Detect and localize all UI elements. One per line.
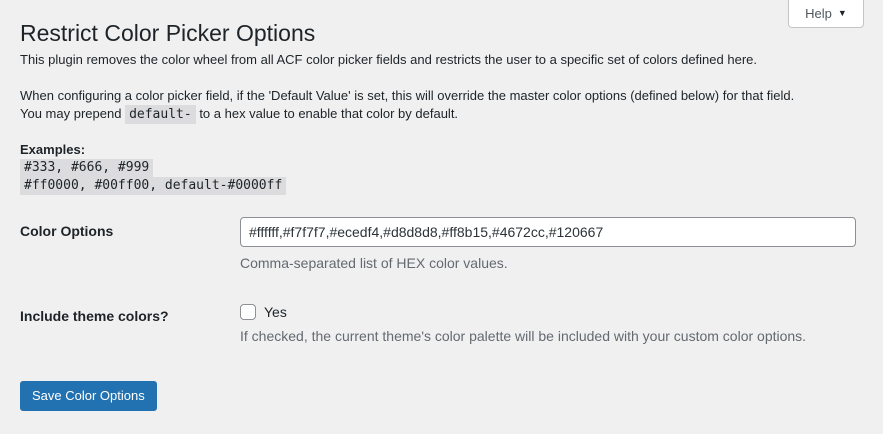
- color-options-label: Color Options: [20, 223, 114, 239]
- example-code-1: #333, #666, #999: [20, 159, 154, 177]
- help-tab-button[interactable]: Help ▼: [788, 0, 864, 28]
- intro-text: This plugin removes the color wheel from…: [20, 52, 757, 67]
- default-prefix-code: default-: [125, 105, 196, 124]
- page-title: Restrict Color Picker Options: [20, 20, 316, 46]
- prepend-note: You may prepend default- to a hex value …: [20, 105, 458, 124]
- theme-colors-checkbox[interactable]: [240, 304, 256, 320]
- help-tab-label: Help: [805, 6, 832, 21]
- caret-down-icon: ▼: [837, 7, 847, 18]
- theme-colors-description: If checked, the current theme's color pa…: [240, 328, 807, 344]
- prepend-note-after: to a hex value to enable that color by d…: [199, 106, 459, 121]
- color-options-description: Comma-separated list of HEX color values…: [240, 255, 508, 271]
- color-options-input[interactable]: [240, 217, 856, 247]
- save-color-options-button[interactable]: Save Color Options: [20, 381, 157, 411]
- examples-label: Examples:: [20, 142, 86, 157]
- example-code-2: #ff0000, #00ff00, default-#0000ff: [20, 177, 287, 195]
- theme-colors-checkbox-label[interactable]: Yes: [264, 302, 287, 322]
- theme-colors-label: Include theme colors?: [20, 308, 169, 324]
- default-value-note: When configuring a color picker field, i…: [20, 88, 795, 103]
- prepend-note-before: You may prepend: [20, 106, 122, 121]
